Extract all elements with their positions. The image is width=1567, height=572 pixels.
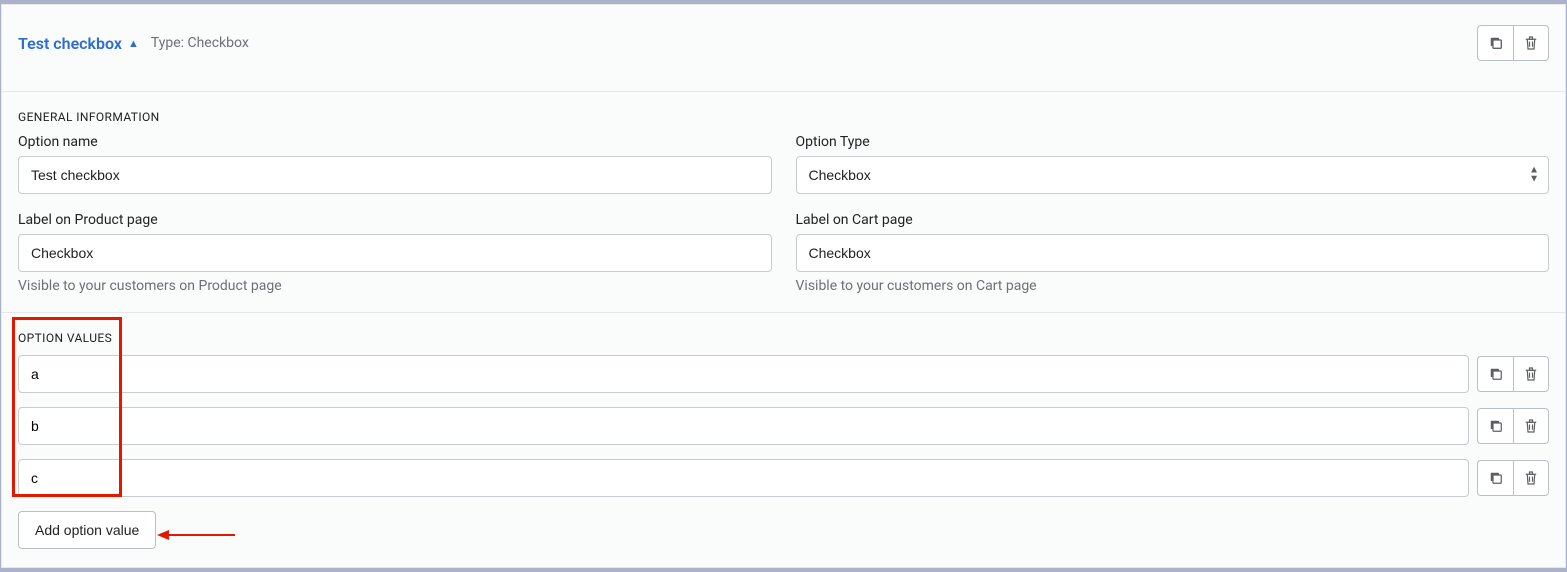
label-product-help: Visible to your customers on Product pag… <box>18 278 772 294</box>
option-value-input[interactable] <box>18 459 1469 497</box>
panel-title: Test checkbox <box>18 34 122 53</box>
option-value-row <box>18 407 1549 445</box>
duplicate-icon <box>1487 469 1505 487</box>
delete-value-button[interactable] <box>1513 356 1549 392</box>
duplicate-icon <box>1487 34 1505 52</box>
label-cart-label: Label on Cart page <box>796 212 1550 228</box>
option-value-actions <box>1477 408 1549 444</box>
label-cart-help: Visible to your customers on Cart page <box>796 278 1550 294</box>
delete-button[interactable] <box>1513 25 1549 61</box>
option-value-actions <box>1477 356 1549 392</box>
panel-title-area[interactable]: Test checkbox ▲ Type: Checkbox <box>18 34 249 53</box>
duplicate-icon <box>1487 417 1505 435</box>
trash-icon <box>1522 469 1540 487</box>
add-option-value-button[interactable]: Add option value <box>18 511 156 549</box>
duplicate-value-button[interactable] <box>1477 356 1513 392</box>
option-value-row <box>18 355 1549 393</box>
option-value-actions <box>1477 460 1549 496</box>
label-cart-input[interactable] <box>796 234 1550 272</box>
option-value-input[interactable] <box>18 407 1469 445</box>
panel-header: Test checkbox ▲ Type: Checkbox <box>2 5 1565 92</box>
option-name-input[interactable] <box>18 156 772 194</box>
option-value-row <box>18 459 1549 497</box>
delete-value-button[interactable] <box>1513 460 1549 496</box>
duplicate-icon <box>1487 365 1505 383</box>
panel-type-label: Type: Checkbox <box>151 35 249 51</box>
option-name-label: Option name <box>18 134 772 150</box>
label-product-label: Label on Product page <box>18 212 772 228</box>
general-heading: GENERAL INFORMATION <box>18 110 1549 124</box>
panel-header-actions <box>1477 25 1549 61</box>
option-values-section: OPTION VALUES Add option value <box>2 313 1565 567</box>
trash-icon <box>1522 417 1540 435</box>
trash-icon <box>1522 34 1540 52</box>
delete-value-button[interactable] <box>1513 408 1549 444</box>
label-product-input[interactable] <box>18 234 772 272</box>
option-panel: Test checkbox ▲ Type: Checkbox <box>1 4 1566 568</box>
duplicate-button[interactable] <box>1477 25 1513 61</box>
option-value-input[interactable] <box>18 355 1469 393</box>
option-type-select[interactable]: Checkbox <box>796 156 1550 194</box>
general-section: GENERAL INFORMATION Option name Option T… <box>2 92 1565 312</box>
collapse-caret-icon: ▲ <box>128 38 139 49</box>
option-type-label: Option Type <box>796 134 1550 150</box>
duplicate-value-button[interactable] <box>1477 408 1513 444</box>
duplicate-value-button[interactable] <box>1477 460 1513 496</box>
trash-icon <box>1522 365 1540 383</box>
option-values-heading: OPTION VALUES <box>18 331 1549 345</box>
annotation-arrow <box>157 525 237 545</box>
